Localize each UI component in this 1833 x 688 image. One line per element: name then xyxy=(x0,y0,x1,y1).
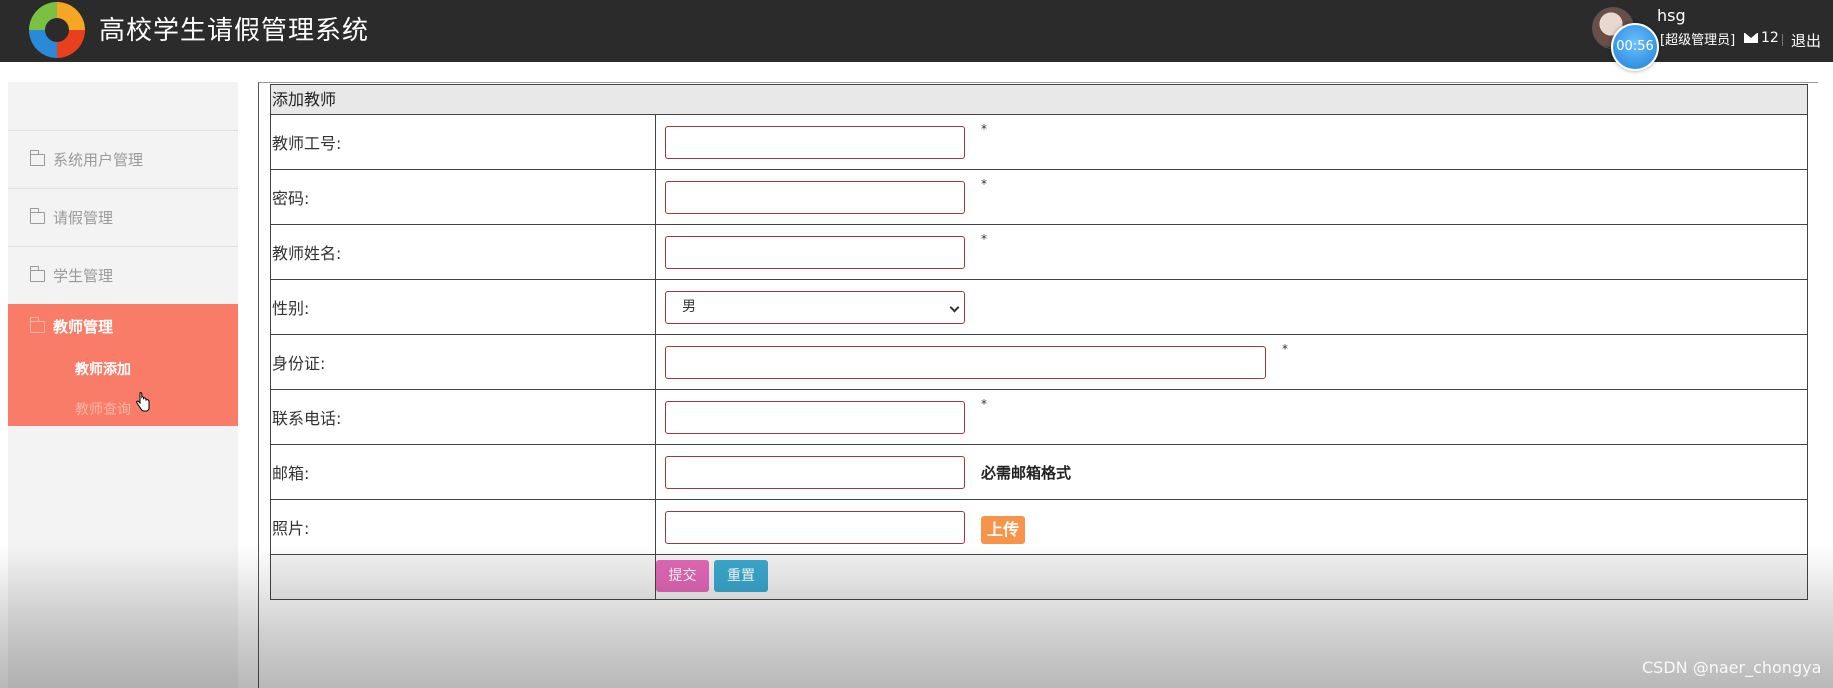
sidebar-group-teachers: 教师管理 教师添加 教师查询 xyxy=(8,304,238,426)
password-input[interactable] xyxy=(665,181,965,214)
watermark: CSDN @naer_chongya xyxy=(1642,658,1822,677)
sidebar-item-label: 系统用户管理 xyxy=(53,151,144,169)
messages-link[interactable]: 12 xyxy=(1744,30,1779,46)
form-row-teacher-name: 教师姓名: * xyxy=(271,225,1807,280)
form-title: 添加教师 xyxy=(271,85,1807,115)
app-title: 高校学生请假管理系统 xyxy=(99,16,370,46)
field-label: 身份证: xyxy=(271,335,656,389)
teacher-id-input[interactable] xyxy=(665,126,965,159)
form-actions-row: 提交 重置 xyxy=(271,555,1807,599)
header-divider xyxy=(1782,34,1783,46)
required-mark: * xyxy=(981,177,987,191)
folder-icon xyxy=(29,316,45,333)
chevron-down-icon xyxy=(949,302,960,313)
upload-button[interactable]: 上传 xyxy=(981,516,1025,544)
field-label: 性别: xyxy=(271,280,656,334)
top-bar: 高校学生请假管理系统 hsg [超级管理员] 00:56 12 退出 xyxy=(0,0,1833,71)
required-mark: * xyxy=(981,397,987,411)
photo-path-input[interactable] xyxy=(665,511,965,544)
sidebar-subitem-add-teacher[interactable]: 教师添加 xyxy=(75,359,131,379)
gender-select[interactable]: 男 xyxy=(665,291,965,324)
timer-badge: 00:56 xyxy=(1611,23,1659,71)
submit-button[interactable]: 提交 xyxy=(656,560,709,592)
sidebar-item-label: 请假管理 xyxy=(53,209,114,227)
teacher-name-input[interactable] xyxy=(665,236,965,269)
mail-icon xyxy=(1744,33,1758,43)
form-row-photo: 照片: 上传 xyxy=(271,500,1807,555)
gender-selected-value: 男 xyxy=(682,299,696,315)
add-teacher-form: 添加教师 教师工号: * 密码: * 教师姓名: * 性别: 男 身份证: * … xyxy=(270,84,1808,600)
field-label: 密码: xyxy=(271,170,656,224)
form-row-id-card: 身份证: * xyxy=(271,335,1807,390)
sidebar: 系统用户管理 请假管理 学生管理 教师管理 教师添加 教师查询 xyxy=(8,82,238,688)
required-mark: * xyxy=(981,122,987,136)
form-row-password: 密码: * xyxy=(271,170,1807,225)
sidebar-item-leave[interactable]: 请假管理 xyxy=(8,188,238,246)
field-label: 教师姓名: xyxy=(271,225,656,279)
folder-icon xyxy=(29,265,45,282)
user-role: [超级管理员] xyxy=(1660,33,1736,48)
sidebar-subitem-query-teacher[interactable]: 教师查询 xyxy=(75,399,131,419)
field-label: 联系电话: xyxy=(271,390,656,444)
folder-icon xyxy=(29,207,45,224)
phone-input[interactable] xyxy=(665,401,965,434)
app-logo xyxy=(29,2,85,58)
form-row-gender: 性别: 男 xyxy=(271,280,1807,335)
logout-link[interactable]: 退出 xyxy=(1791,30,1821,51)
field-label: 教师工号: xyxy=(271,115,656,169)
id-card-input[interactable] xyxy=(665,346,1266,379)
sidebar-item-label: 学生管理 xyxy=(53,267,114,285)
email-input[interactable] xyxy=(665,456,965,489)
folder-icon xyxy=(29,149,45,166)
form-row-phone: 联系电话: * xyxy=(271,390,1807,445)
hand-cursor-icon xyxy=(136,392,150,412)
sidebar-item-students[interactable]: 学生管理 xyxy=(8,246,238,304)
sidebar-item-system-users[interactable]: 系统用户管理 xyxy=(8,130,238,188)
sidebar-item-label: 教师管理 xyxy=(53,318,114,336)
message-count: 12 xyxy=(1761,30,1779,46)
reset-button[interactable]: 重置 xyxy=(714,560,768,592)
required-mark: * xyxy=(981,232,987,246)
form-row-teacher-id: 教师工号: * xyxy=(271,115,1807,170)
field-label: 照片: xyxy=(271,500,656,554)
username: hsg xyxy=(1657,6,1686,25)
required-mark: * xyxy=(1282,342,1288,356)
form-row-email: 邮箱: 必需邮箱格式 xyxy=(271,445,1807,500)
sidebar-item-teachers[interactable]: 教师管理 xyxy=(29,316,114,337)
email-format-hint: 必需邮箱格式 xyxy=(981,464,1072,482)
field-label: 邮箱: xyxy=(271,445,656,499)
